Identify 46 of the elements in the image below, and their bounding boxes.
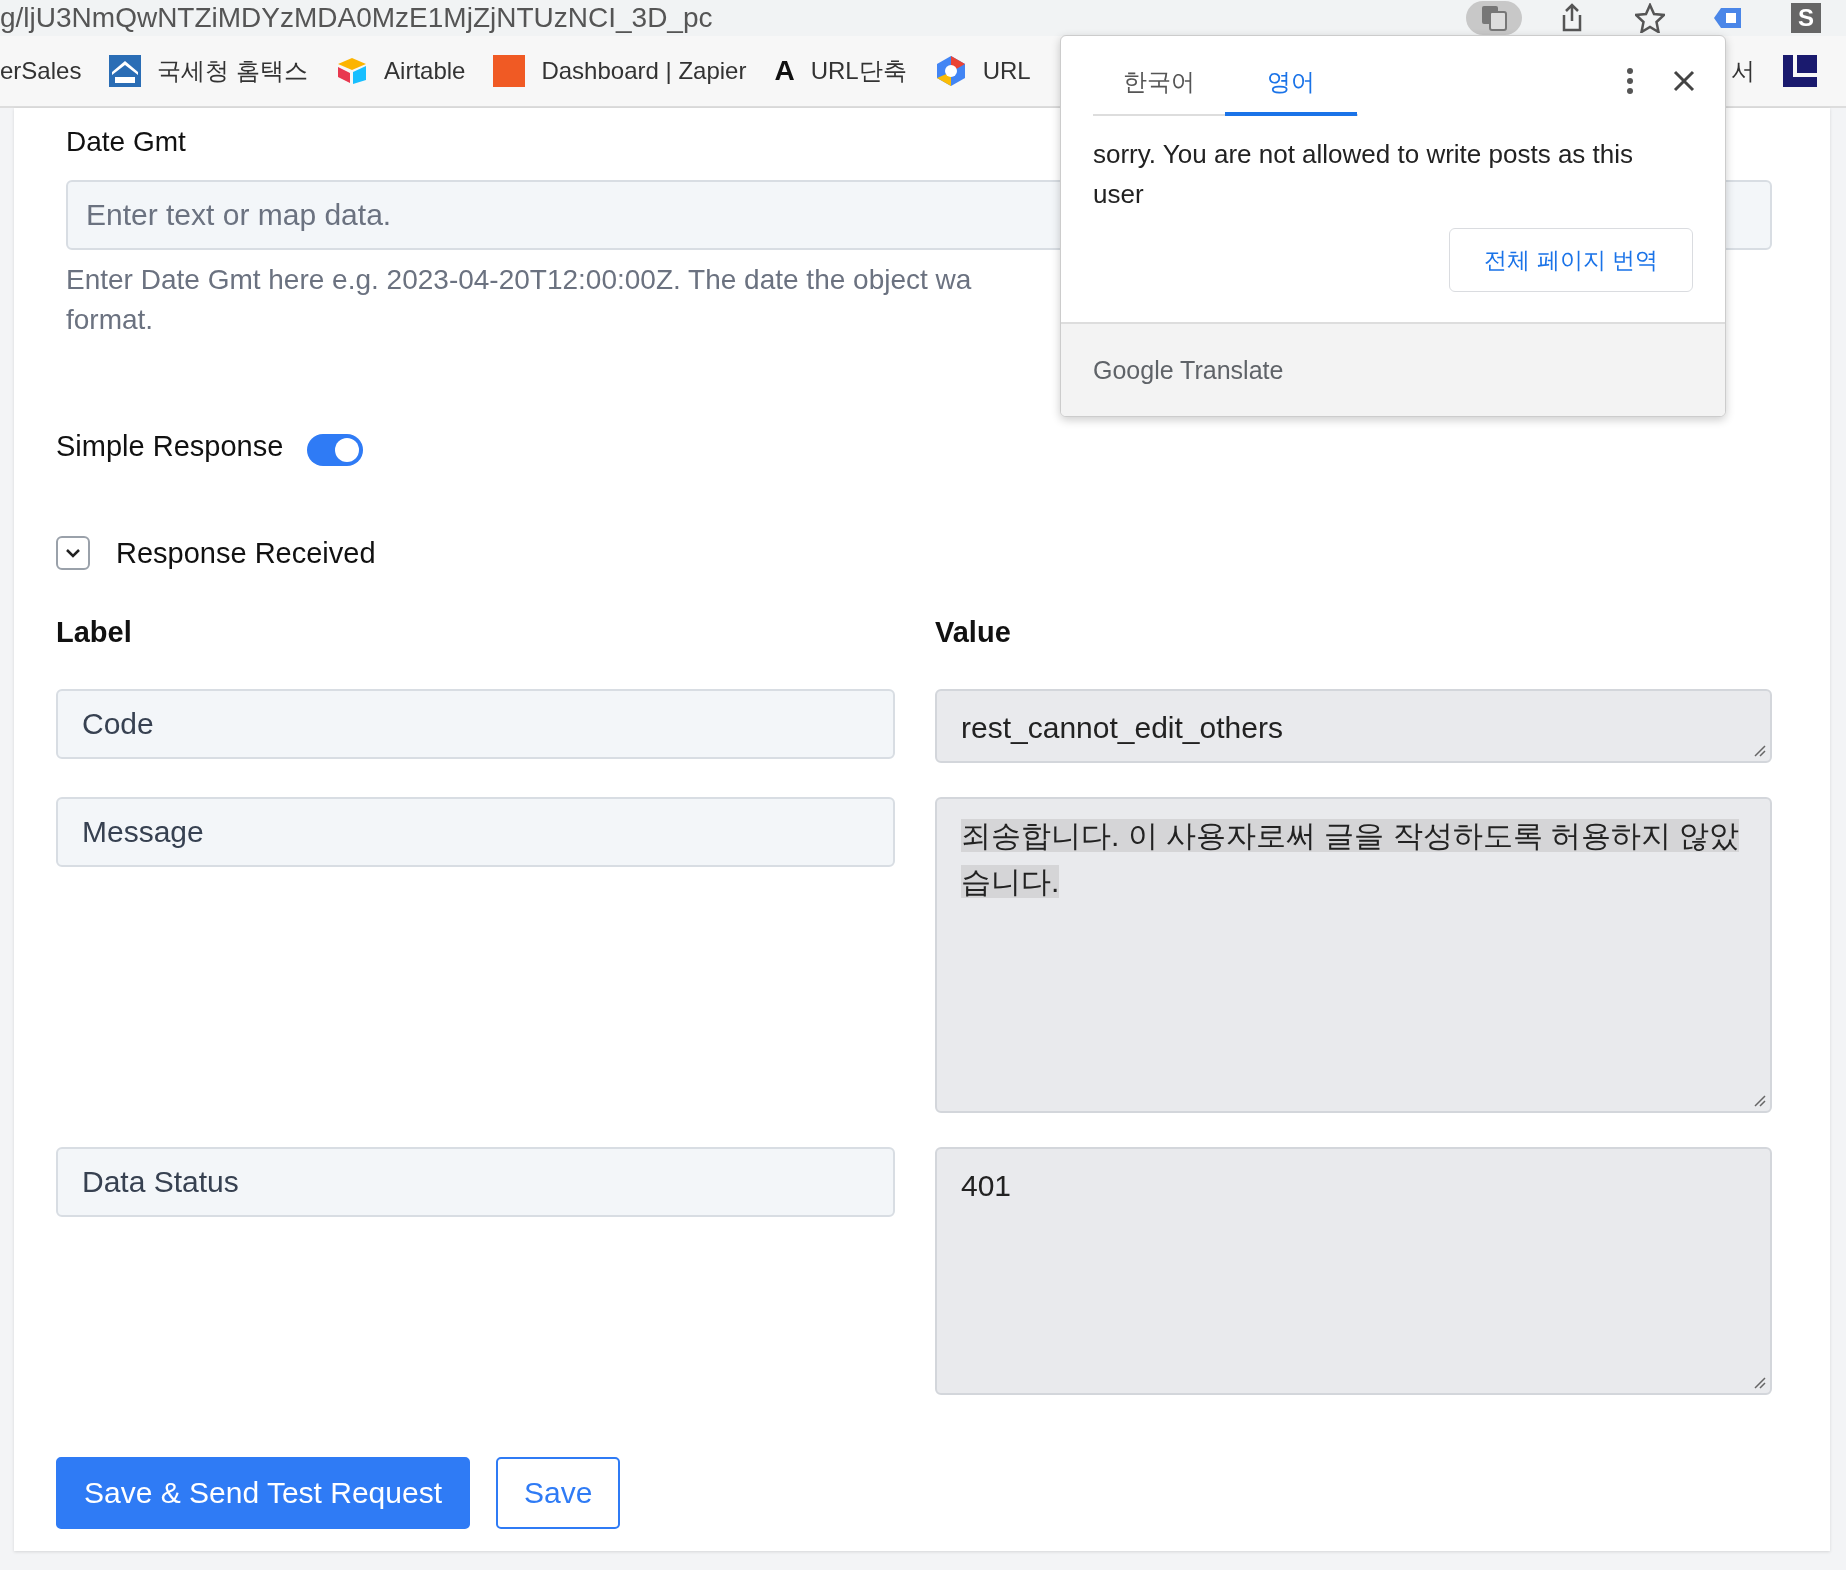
- bookmark-link[interactable]: URL: [982, 57, 1031, 85]
- corner-icon: [1783, 55, 1817, 87]
- tag-icon[interactable]: [1713, 6, 1743, 30]
- bookmark-link[interactable]: Dashboard | Zapier: [541, 57, 747, 85]
- field-label: Date Gmt: [66, 126, 186, 158]
- toolbar-button[interactable]: [1466, 1, 1522, 35]
- collapse-toggle[interactable]: [56, 536, 90, 570]
- resize-handle-icon[interactable]: [1752, 743, 1766, 757]
- label-field[interactable]: Data Status: [56, 1147, 895, 1217]
- language-tab[interactable]: 영어: [1225, 66, 1357, 116]
- resize-handle-icon[interactable]: [1752, 1093, 1766, 1107]
- url-text[interactable]: g/ljU3NmQwNTZiMDYzMDA0MzE1MjZjNTUzNCI_3D_pc: [0, 1, 713, 35]
- logo-letter: A: [774, 55, 795, 87]
- house-icon: [109, 55, 142, 87]
- footer-brand: Google Translate: [1093, 355, 1284, 385]
- close-icon[interactable]: [1673, 70, 1695, 92]
- profile-icon[interactable]: S: [1791, 3, 1821, 33]
- bookmark-link[interactable]: Airtable: [384, 57, 466, 85]
- value-field[interactable]: rest_cannot_edit_others: [935, 689, 1772, 763]
- value-field[interactable]: 401: [935, 1147, 1772, 1395]
- send-button[interactable]: Save & Send Test Request: [56, 1457, 470, 1529]
- toggle-switch[interactable]: [307, 434, 364, 466]
- value-field[interactable]: 죄송합니다. 이 사용자로써 글을 작성하도록 허용하지 않았습니다.: [935, 797, 1772, 1113]
- bookmark-link[interactable]: 국세청 홈택스: [157, 55, 309, 87]
- hexagon-icon: [934, 55, 967, 87]
- column-header: Label: [56, 616, 133, 649]
- bookmark-link[interactable]: 서: [1731, 55, 1755, 87]
- square-icon: [493, 55, 526, 87]
- language-tab[interactable]: 한국어: [1093, 66, 1225, 116]
- resize-handle-icon[interactable]: [1752, 1375, 1766, 1389]
- help-text: Enter Date Gmt here e.g. 2023-04-20T12:00:00Z. The date the object wa: [66, 263, 972, 297]
- share-icon[interactable]: [1560, 3, 1584, 33]
- star-icon[interactable]: [1635, 3, 1665, 33]
- help-text: format.: [66, 303, 154, 337]
- section-title: Response Received: [116, 536, 376, 570]
- bookmark-link[interactable]: URL단축: [810, 55, 907, 87]
- label-field[interactable]: Message: [56, 797, 895, 867]
- cube-icon: [336, 57, 369, 85]
- translate-icon[interactable]: [1480, 4, 1508, 32]
- column-header: Value: [935, 616, 1012, 649]
- translate-page-button[interactable]: 전체 페이지 번역: [1449, 228, 1693, 292]
- more-icon[interactable]: [1627, 68, 1633, 94]
- label-field[interactable]: Code: [56, 689, 895, 759]
- toggle-label: Simple Response: [56, 429, 284, 463]
- save-button[interactable]: Save: [496, 1457, 621, 1529]
- bookmark-link[interactable]: erSales: [0, 57, 82, 85]
